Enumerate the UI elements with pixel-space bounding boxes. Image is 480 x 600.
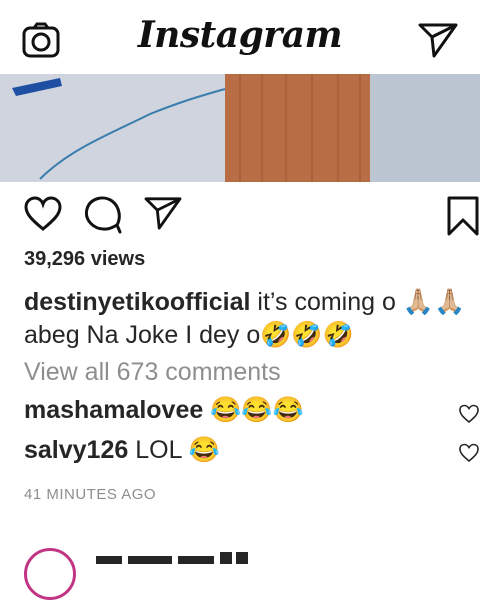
post-image: [0, 74, 480, 182]
heart-icon[interactable]: [24, 196, 62, 232]
comment-text: 😂😂😂: [203, 396, 304, 424]
paper-plane-icon[interactable]: [418, 22, 458, 58]
comment-username[interactable]: mashamalovee: [24, 396, 203, 424]
comment-like-icon[interactable]: [458, 443, 480, 463]
comment-like-icon[interactable]: [458, 404, 480, 424]
next-post-username-partial[interactable]: [96, 550, 296, 564]
share-icon[interactable]: [144, 196, 182, 230]
instagram-logo: Instagram: [137, 14, 343, 56]
comment-text: LOL 😂: [128, 436, 220, 464]
bookmark-icon[interactable]: [446, 196, 480, 236]
views-count[interactable]: 39,296 views: [24, 248, 145, 271]
post-media[interactable]: [0, 74, 480, 182]
post-caption: destinyetikoofficial it’s coming o 🙏🏼🙏🏼 …: [24, 286, 476, 352]
comment-icon[interactable]: [84, 196, 122, 234]
top-bar: Instagram: [0, 0, 480, 75]
next-post-avatar[interactable]: [24, 548, 76, 600]
post-actions: [0, 196, 480, 240]
comment-item: mashamalovee 😂😂😂: [24, 396, 444, 425]
caption-username[interactable]: destinyetikoofficial: [24, 288, 250, 316]
post-timestamp: 41 MINUTES AGO: [24, 486, 157, 503]
comment-item: salvy126 LOL 😂: [24, 436, 444, 465]
view-all-comments-link[interactable]: View all 673 comments: [24, 358, 281, 387]
comment-username[interactable]: salvy126: [24, 436, 128, 464]
